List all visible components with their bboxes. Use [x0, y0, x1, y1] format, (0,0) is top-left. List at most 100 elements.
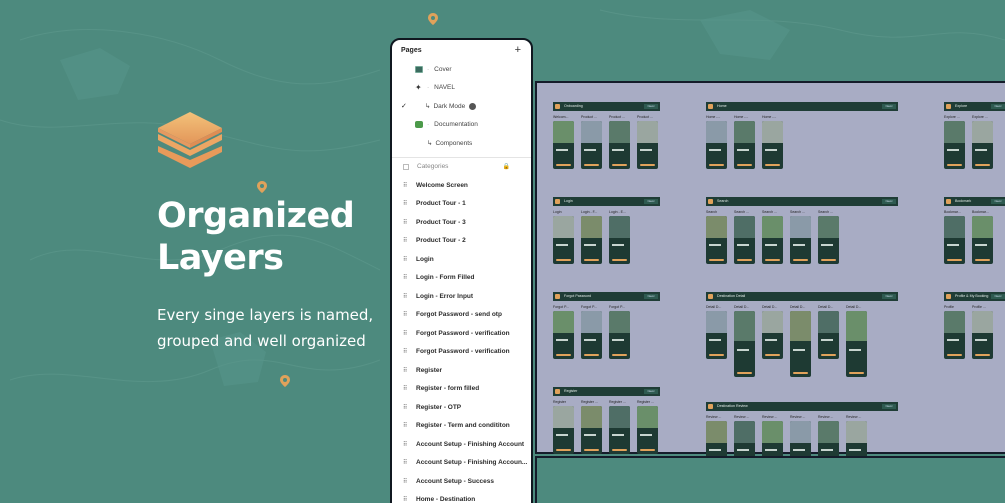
section-number-badge	[708, 404, 713, 409]
lock-icon[interactable]: 🔒	[503, 163, 510, 170]
layer-item[interactable]: ⠿ Product Tour - 2	[392, 232, 531, 251]
screen-thumbnail[interactable]	[762, 311, 783, 359]
thumbnail-button	[556, 259, 571, 261]
section-title: Profile & My Booking	[955, 294, 989, 298]
layer-item[interactable]: ⠿ Welcome Screen	[392, 176, 531, 195]
page-item-dark-mode[interactable]: ✓ ↳ Dark Mode	[392, 97, 531, 116]
screen-thumbnail[interactable]	[846, 311, 867, 377]
screen-thumbnail[interactable]	[609, 311, 630, 359]
canvas-section[interactable]: Search Navel Search Search ... Search ... Sea…	[706, 197, 898, 277]
layer-label: Product Tour - 1	[416, 200, 466, 208]
screen-thumbnail[interactable]	[734, 121, 755, 169]
screen-thumbnail[interactable]	[553, 311, 574, 359]
thumbnail-button	[709, 354, 724, 356]
screen-thumbnail[interactable]	[972, 311, 993, 359]
page-item-components[interactable]: ↳ Components	[392, 134, 531, 153]
canvas-section[interactable]: Register Navel Register Register ... Registe…	[553, 387, 660, 467]
screen-thumbnail[interactable]	[706, 311, 727, 359]
thumbnail-button	[821, 259, 836, 261]
layer-item[interactable]: ⠿ Register	[392, 361, 531, 380]
thumbnail-text-line	[793, 243, 805, 246]
canvas-section[interactable]: Profile & My Booking Navel Profile Profile …	[944, 292, 1005, 372]
screen-thumbnail[interactable]	[818, 311, 839, 359]
screen-thumbnail[interactable]	[972, 121, 993, 169]
section-number-badge	[555, 389, 560, 394]
screen-thumbnail[interactable]	[944, 216, 965, 264]
layer-item[interactable]: ⠿ Account Setup - Success	[392, 472, 531, 491]
layer-item[interactable]: ⠿ Login	[392, 250, 531, 269]
canvas-section[interactable]: Forgot Password Navel Forgot P... Forgot P.…	[553, 292, 660, 372]
screen-thumbnail[interactable]	[581, 216, 602, 264]
grid-icon: ⠿	[403, 201, 407, 208]
screen-thumbnail[interactable]	[609, 406, 630, 454]
screen-thumbnail[interactable]	[637, 121, 658, 169]
screen-thumbnail[interactable]	[553, 121, 574, 169]
page-item-label: Documentation	[434, 121, 478, 129]
canvas-section[interactable]: Onboarding Navel Welcom... Product ... Produ…	[553, 102, 660, 182]
screen-thumbnail[interactable]	[706, 121, 727, 169]
screen-thumbnail[interactable]	[944, 311, 965, 359]
sparkle-icon: ✦	[415, 83, 422, 93]
screen-thumbnail[interactable]	[762, 121, 783, 169]
screen-thumbnail[interactable]	[972, 216, 993, 264]
screen-thumbnail[interactable]	[944, 121, 965, 169]
layer-label: Register - Term and condititon	[416, 422, 510, 430]
screen-label: Bookmar...	[972, 210, 989, 214]
layer-item[interactable]: ⠿ Home - Destination	[392, 491, 531, 503]
canvas-section[interactable]: Explore Navel Explore ... Explore ...	[944, 102, 1005, 182]
section-header: Home Navel	[706, 102, 898, 111]
thumbnail-button	[612, 259, 627, 261]
location-pin-icon	[428, 13, 438, 25]
layer-item[interactable]: ⠿ Account Setup - Finishing Account	[392, 435, 531, 454]
page-item-documentation[interactable]: · Documentation	[392, 116, 531, 135]
screen-thumbnail[interactable]	[609, 121, 630, 169]
layer-item[interactable]: ⠿ Forgot Password - verification	[392, 324, 531, 343]
screen-thumbnail[interactable]	[581, 121, 602, 169]
layer-item[interactable]: ⠿ Product Tour - 1	[392, 195, 531, 214]
canvas-section[interactable]: Home Navel Home -... Home -... Home -...	[706, 102, 898, 182]
screen-thumbnail[interactable]	[734, 311, 755, 377]
layer-item[interactable]: ⠿ Login - Form Filled	[392, 269, 531, 288]
screen-label: Product ...	[581, 115, 597, 119]
layer-item[interactable]: ⠿ Register - form filled	[392, 380, 531, 399]
layer-item[interactable]: ⠿ Login - Error Input	[392, 287, 531, 306]
thumbnail-text-line	[793, 448, 805, 451]
layer-item[interactable]: ⠿ Account Setup - Finishing Accoun...	[392, 454, 531, 473]
screen-thumbnail[interactable]	[637, 406, 658, 454]
section-number-badge	[946, 294, 951, 299]
screen-thumbnail[interactable]	[734, 216, 755, 264]
page-item-navel[interactable]: ✦ · NAVEL	[392, 79, 531, 98]
thumbnail-image	[734, 421, 755, 443]
screen-thumbnail[interactable]	[790, 216, 811, 264]
thumbnail-image	[609, 406, 630, 428]
page-item-cover[interactable]: · Cover	[392, 60, 531, 79]
canvas-section[interactable]: Destination Detail Navel Detail D... Detail…	[706, 292, 898, 377]
screen-thumbnail[interactable]	[553, 406, 574, 454]
layer-label: Login - Form Filled	[416, 274, 475, 282]
design-canvas[interactable]: Onboarding Navel Welcom... Product ... Produ…	[535, 81, 1005, 469]
screen-thumbnail[interactable]	[790, 311, 811, 377]
thumbnail-button	[709, 164, 724, 166]
layer-item[interactable]: ⠿ Forgot Password - send otp	[392, 306, 531, 325]
layer-item[interactable]: ⠿ Product Tour - 3	[392, 213, 531, 232]
screen-thumbnail[interactable]	[762, 216, 783, 264]
screen-thumbnail[interactable]	[581, 311, 602, 359]
screen-thumbnail[interactable]	[818, 216, 839, 264]
screen-label: Review ...	[790, 415, 806, 419]
screen-thumbnail[interactable]	[609, 216, 630, 264]
plus-icon[interactable]: +	[515, 44, 521, 56]
layer-item[interactable]: ⠿ Forgot Password - verification	[392, 343, 531, 362]
screen-thumbnail[interactable]	[553, 216, 574, 264]
thumbnail-text-line	[947, 148, 959, 151]
layer-item[interactable]: ⠿ Register - OTP	[392, 398, 531, 417]
thumbnail-image	[581, 216, 602, 238]
screen-thumbnail[interactable]	[706, 216, 727, 264]
pages-label: Pages	[401, 46, 422, 54]
screen-thumbnail[interactable]	[581, 406, 602, 454]
canvas-section[interactable]: Login Navel Login Login - F... Login - E...	[553, 197, 660, 277]
layer-item[interactable]: ⠿ Register - Term and condititon	[392, 417, 531, 436]
page-item-label: Dark Mode	[433, 102, 466, 110]
layer-categories[interactable]: Categories 🔒	[392, 158, 531, 177]
layer-list: ⠿ Welcome Screen ⠿ Product Tour - 1 ⠿ Product…	[392, 176, 531, 503]
canvas-section[interactable]: Bookmark Navel Bookmar... Bookmar...	[944, 197, 1005, 277]
